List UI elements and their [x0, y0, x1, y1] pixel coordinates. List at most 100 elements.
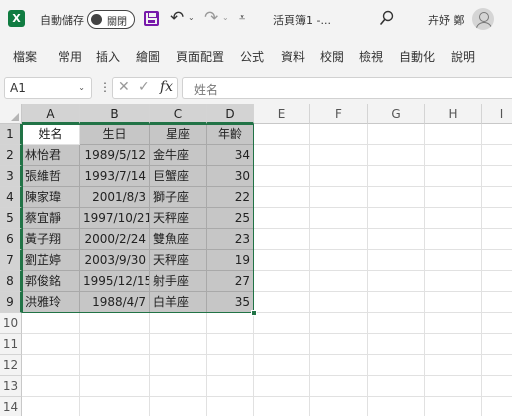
column-header-e[interactable]: E	[254, 104, 310, 124]
grid-cell[interactable]	[254, 334, 310, 355]
ribbon-tab[interactable]: 插入	[96, 48, 120, 65]
grid-cell[interactable]	[425, 397, 482, 416]
column-header-g[interactable]: G	[368, 104, 425, 124]
grid-cell[interactable]	[368, 313, 425, 334]
grid-cell[interactable]	[22, 355, 80, 376]
grid-cell[interactable]	[368, 334, 425, 355]
grid-cell[interactable]	[310, 376, 368, 397]
row-header-14[interactable]: 14	[0, 397, 22, 416]
grid-cell[interactable]	[207, 334, 254, 355]
ribbon-tab[interactable]: 檢視	[359, 48, 383, 65]
grid-cell[interactable]	[425, 250, 482, 271]
undo-dropdown-icon[interactable]: ⌄	[188, 13, 195, 22]
grid-cell[interactable]	[254, 208, 310, 229]
column-header-a[interactable]: A	[22, 104, 80, 124]
column-header-c[interactable]: C	[150, 104, 207, 124]
user-name[interactable]: 卉妤 鄭	[428, 12, 465, 28]
grid-cell[interactable]	[482, 208, 512, 229]
grid-cell[interactable]	[310, 187, 368, 208]
ribbon-tab[interactable]: 資料	[281, 48, 305, 65]
ribbon-tab[interactable]: 說明	[451, 48, 475, 65]
ribbon-tab[interactable]: 頁面配置	[176, 48, 224, 65]
grid-cell[interactable]	[482, 292, 512, 313]
formula-input[interactable]: 姓名	[182, 77, 512, 99]
grid-cell[interactable]	[310, 166, 368, 187]
grid-cell[interactable]	[310, 229, 368, 250]
data-cell[interactable]: 19	[207, 250, 254, 271]
grid-cell[interactable]	[22, 397, 80, 416]
grid-cell[interactable]	[22, 313, 80, 334]
grid-cell[interactable]	[254, 124, 310, 145]
grid-cell[interactable]	[310, 292, 368, 313]
grid-cell[interactable]	[368, 208, 425, 229]
grid-cell[interactable]	[254, 145, 310, 166]
grid-cell[interactable]	[254, 397, 310, 416]
data-cell[interactable]: 1989/5/12	[80, 145, 150, 166]
grid-cell[interactable]	[425, 313, 482, 334]
data-cell[interactable]: 金牛座	[150, 145, 207, 166]
insert-function-icon[interactable]: fx	[160, 79, 173, 95]
grid-cell[interactable]	[254, 187, 310, 208]
grid-cell[interactable]	[482, 250, 512, 271]
grid-cell[interactable]	[254, 376, 310, 397]
grid-cell[interactable]	[425, 334, 482, 355]
data-cell[interactable]: 林怡君	[22, 145, 80, 166]
grid-cell[interactable]	[310, 208, 368, 229]
data-cell[interactable]: 1995/12/15	[80, 271, 150, 292]
grid-cell[interactable]	[425, 124, 482, 145]
ribbon-tab[interactable]: 檔案	[13, 48, 37, 65]
grid-cell[interactable]	[150, 397, 207, 416]
row-header-6[interactable]: 6	[0, 229, 22, 250]
data-cell[interactable]: 35	[207, 292, 254, 313]
data-cell[interactable]: 陳家瑋	[22, 187, 80, 208]
grid-cell[interactable]	[80, 334, 150, 355]
data-cell[interactable]: 洪雅玲	[22, 292, 80, 313]
row-header-1[interactable]: 1	[0, 124, 22, 145]
data-cell[interactable]: 34	[207, 145, 254, 166]
grid-cell[interactable]	[207, 397, 254, 416]
data-cell[interactable]: 1997/10/21	[80, 208, 150, 229]
search-icon[interactable]	[380, 10, 394, 27]
row-header-12[interactable]: 12	[0, 355, 22, 376]
grid-cell[interactable]	[482, 313, 512, 334]
data-cell[interactable]: 23	[207, 229, 254, 250]
data-cell[interactable]: 劉芷婷	[22, 250, 80, 271]
row-header-7[interactable]: 7	[0, 250, 22, 271]
grid-cell[interactable]	[150, 313, 207, 334]
grid-cell[interactable]	[425, 229, 482, 250]
grid-cell[interactable]	[80, 313, 150, 334]
data-cell[interactable]: 2000/2/24	[80, 229, 150, 250]
row-header-4[interactable]: 4	[0, 187, 22, 208]
data-cell[interactable]: 天秤座	[150, 208, 207, 229]
data-cell[interactable]: 2003/9/30	[80, 250, 150, 271]
grid-cell[interactable]	[310, 124, 368, 145]
row-header-2[interactable]: 2	[0, 145, 22, 166]
grid-cell[interactable]	[368, 250, 425, 271]
grid-cell[interactable]	[368, 292, 425, 313]
data-cell[interactable]: 1988/4/7	[80, 292, 150, 313]
customize-quick-access-icon[interactable]: ⩡	[239, 11, 245, 25]
grid-cell[interactable]	[368, 124, 425, 145]
grid-cell[interactable]	[310, 271, 368, 292]
ribbon-tab[interactable]: 校閱	[320, 48, 344, 65]
select-all-button[interactable]	[0, 104, 22, 124]
grid-cell[interactable]	[207, 376, 254, 397]
grid-cell[interactable]	[254, 355, 310, 376]
grid-cell[interactable]	[368, 355, 425, 376]
ribbon-tab[interactable]: 自動化	[399, 48, 435, 65]
data-cell[interactable]: 張維哲	[22, 166, 80, 187]
grid-cell[interactable]	[254, 271, 310, 292]
ribbon-tab[interactable]: 常用	[58, 48, 82, 65]
grid-cell[interactable]	[207, 313, 254, 334]
undo-icon[interactable]: ↶	[170, 8, 184, 28]
avatar[interactable]	[472, 8, 494, 30]
column-header-h[interactable]: H	[425, 104, 482, 124]
data-cell[interactable]: 射手座	[150, 271, 207, 292]
grid-cell[interactable]	[425, 187, 482, 208]
grid-cell[interactable]	[310, 334, 368, 355]
grid-cell[interactable]	[80, 397, 150, 416]
ribbon-tab[interactable]: 公式	[240, 48, 264, 65]
grid-cell[interactable]	[150, 355, 207, 376]
grid-cell[interactable]	[482, 397, 512, 416]
name-box[interactable]: A1 ⌄	[4, 77, 92, 99]
